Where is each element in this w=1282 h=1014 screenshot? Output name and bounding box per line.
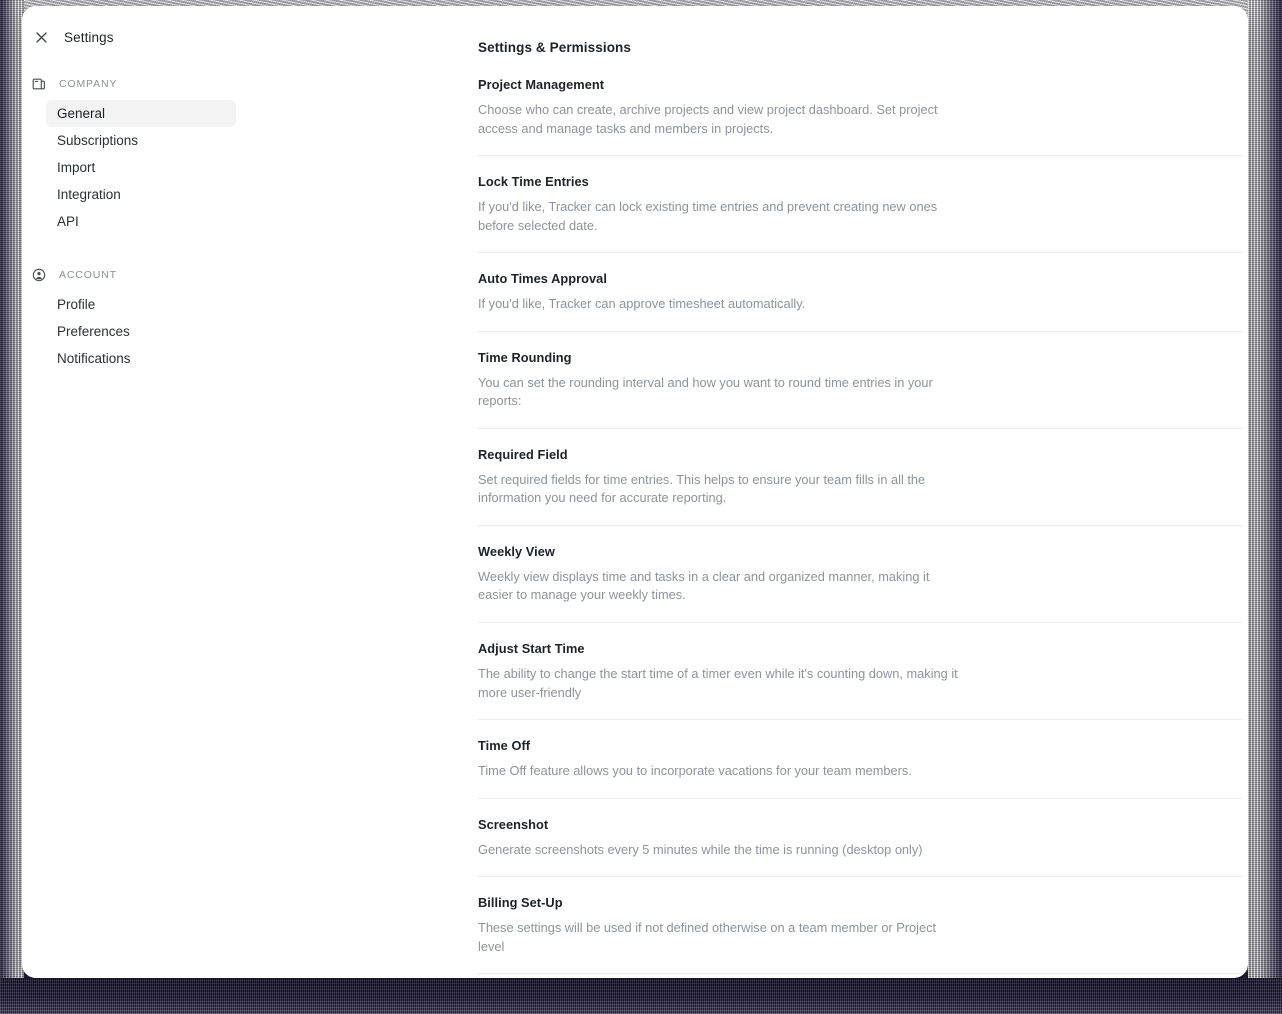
sidebar-item-api[interactable]: API [46, 208, 236, 235]
section-title: Required Field [478, 446, 568, 462]
sidebar-group-label: ACCOUNT [59, 269, 117, 281]
section-description: Set required fields for time entries. Th… [478, 471, 926, 506]
section-description: You can set the rounding interval and ho… [478, 374, 933, 409]
section-title: Weekly View [478, 543, 555, 559]
sidebar-group-header-company: COMPANY [22, 74, 250, 94]
setting-section-lock-time-entries: Lock Time Entries If you'd like, Tracker… [478, 174, 1242, 254]
setting-section-adjust-start-time: Adjust Start Time The ability to change … [478, 641, 1242, 721]
section-title: Time Rounding [478, 349, 572, 365]
sidebar-item-preferences[interactable]: Preferences [46, 318, 236, 345]
setting-section-required-field: Required Field Set required fields for t… [478, 447, 1242, 526]
desktop-left-edge [0, 0, 24, 1014]
desktop-bottom-edge [0, 978, 1282, 1014]
sidebar-group-label: COMPANY [59, 78, 118, 90]
section-description: Choose who can create, archive projects … [478, 102, 938, 136]
setting-section-billing-set-up: Billing Set-Up These settings will be us… [478, 895, 1242, 975]
setting-section-time-rounding: Time Rounding You can set the rounding i… [478, 350, 1242, 429]
sidebar-nav-list-account: Profile Preferences Notifications [22, 291, 250, 372]
sidebar-item-integration[interactable]: Integration [46, 181, 236, 208]
sidebar-item-notifications[interactable]: Notifications [46, 345, 236, 372]
sidebar-group-company: COMPANY General Subscriptions Import Int… [22, 74, 250, 235]
setting-section-screenshot: Screenshot Generate screenshots every 5 … [478, 817, 1242, 878]
sidebar-group-account: ACCOUNT Profile Preferences Notification… [22, 265, 250, 372]
account-user-circle-icon [31, 267, 47, 283]
sidebar-item-profile[interactable]: Profile [46, 291, 236, 318]
section-title: Adjust Start Time [478, 641, 585, 657]
close-icon[interactable] [30, 26, 52, 48]
sidebar-item-general[interactable]: General [46, 100, 236, 127]
section-title: Lock Time Entries [478, 174, 589, 190]
sidebar-nav-list-company: General Subscriptions Import Integration… [22, 100, 250, 235]
section-title: Auto Times Approval [478, 271, 607, 287]
setting-section-auto-times-approval: Auto Times Approval If you'd like, Track… [478, 271, 1242, 332]
section-description: Weekly view displays time and tasks in a… [478, 568, 930, 603]
section-description: Time Off feature allows you to incorpora… [478, 763, 912, 779]
sidebar-item-import[interactable]: Import [46, 154, 236, 181]
setting-section-project-management: Project Management Choose who can create… [478, 77, 1242, 157]
settings-sidebar: Settings COMPANY General Subscriptions I… [22, 6, 250, 978]
sidebar-group-header-account: ACCOUNT [22, 265, 250, 285]
company-building-icon [31, 76, 47, 92]
section-title: Project Management [478, 77, 605, 92]
settings-content: Settings & Permissions Project Managemen… [250, 6, 1248, 978]
setting-section-weekly-view: Weekly View Weekly view displays time an… [478, 543, 1242, 624]
section-description: Generate screenshots every 5 minutes whi… [478, 841, 923, 857]
setting-section-time-off: Time Off Time Off feature allows you to … [478, 738, 1242, 799]
desktop-right-edge [1248, 0, 1282, 1014]
section-description: If you'd like, Tracker can lock existing… [478, 199, 938, 233]
section-description: These settings will be used if not defin… [478, 920, 937, 954]
section-title: Time Off [478, 738, 531, 754]
sidebar-item-subscriptions[interactable]: Subscriptions [46, 127, 236, 154]
app-title: Settings [64, 29, 114, 45]
section-description: If you'd like, Tracker can approve times… [478, 296, 806, 312]
section-description: The ability to change the start time of … [478, 666, 958, 700]
window-titlebar: Settings [22, 18, 250, 52]
section-title: Screenshot [478, 816, 549, 832]
settings-window: Settings COMPANY General Subscriptions I… [22, 6, 1248, 978]
page-title: Settings & Permissions [478, 40, 631, 55]
section-title: Billing Set-Up [478, 895, 563, 911]
